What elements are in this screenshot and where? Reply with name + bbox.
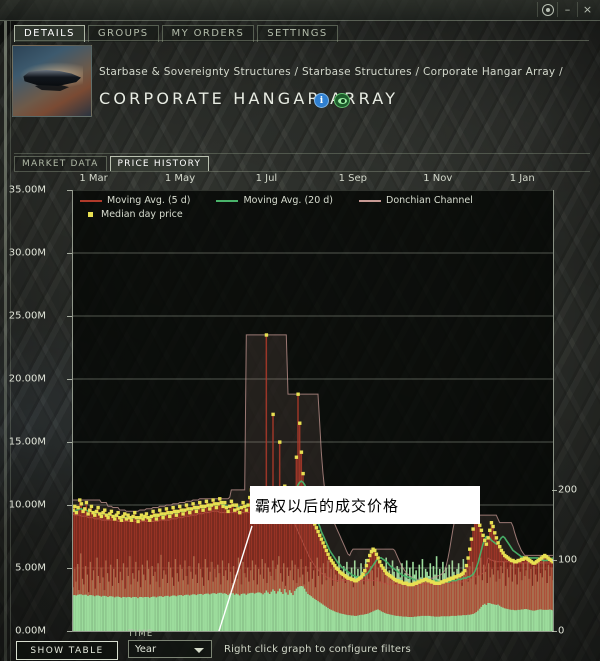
info-icon[interactable]: i [314,93,329,108]
y-tick-label: 5.00M [15,562,46,574]
chart-legend: Moving Avg. (5 d) Moving Avg. (20 d) Don… [80,195,540,223]
item-thumbnail [12,45,92,117]
legend-label-ma5: Moving Avg. (5 d) [107,195,191,206]
y-tick-mark [67,316,72,317]
y-tick-mark [67,379,72,380]
y-tick-label: 10.00M [8,499,46,511]
close-button[interactable]: × [577,2,597,17]
y-tick-mark [67,253,72,254]
left-rail [4,21,7,661]
show-table-button[interactable]: SHOW TABLE [16,641,118,660]
market-window-panel: DETAILS GROUPS MY ORDERS SETTINGS Starba… [4,21,596,661]
legend-swatch-ma5 [80,199,102,202]
x-tick-label: 1 May [164,173,196,184]
breadcrumb[interactable]: Starbase & Sovereignty Structures / Star… [99,66,563,78]
chart-hint-text: Right click graph to configure filters [224,644,411,655]
legend-label-median: Median day price [101,209,183,220]
plot-svg [73,190,553,631]
y-tick-label: 30.00M [8,247,46,259]
legend-swatch-ma20 [216,199,239,202]
chart-annotation-box: 霸权以后的成交价格 [250,486,480,524]
legend-item-ma20: Moving Avg. (20 d) [216,195,333,206]
tab-divider [14,40,589,41]
x-tick-label: 1 Mar [79,173,108,184]
legend-row-2: Median day price [80,209,540,220]
y2-tick-mark [552,560,557,562]
title-icon-group: i [314,93,350,108]
y2-tick-mark [552,631,557,632]
x-tick-label: 1 Nov [423,173,453,184]
x-tick-label: 1 Jan [509,173,535,184]
minimize-button[interactable]: – [557,2,577,17]
window-controls: – × [537,2,597,17]
chevron-down-icon [194,648,204,653]
y-tick-mark [67,190,72,191]
tab-price-history[interactable]: PRICE HISTORY [109,156,210,171]
y-tick-mark [67,442,72,443]
y2-tick-label: 200 [558,484,578,496]
time-label: TIME [128,629,154,639]
x-tick-label: 1 Sep [338,173,367,184]
x-tick-label: 1 Jul [255,173,278,184]
legend-swatch-donchian [359,199,382,202]
chart-footer: SHOW TABLE TIME Year Right click graph t… [4,629,596,661]
window-titlebar: – × [0,0,600,20]
legend-label-donchian: Donchian Channel [386,195,473,206]
y-tick-mark [67,505,72,506]
tab-market-data[interactable]: MARKET DATA [14,156,107,171]
y2-tick-label: 0 [558,625,565,637]
legend-item-median: Median day price [80,209,183,220]
y-tick-label: 15.00M [8,436,46,448]
y2-tick-label: 100 [558,554,578,566]
x-axis-labels: 1 Mar 1 May 1 Jul 1 Sep 1 Nov 1 Jan [14,173,590,189]
time-range-value: Year [135,643,157,655]
y-tick-mark [67,568,72,569]
y-tick-mark [67,631,72,632]
y-tick-label: 25.00M [8,310,46,322]
sub-tab-divider [14,171,590,172]
y-tick-label: 35.00M [8,184,46,196]
plot-area[interactable] [72,190,554,632]
left-rail-line [10,21,11,661]
legend-swatch-median [88,212,93,217]
legend-item-ma5: Moving Avg. (5 d) [80,195,190,206]
header-divider [14,153,590,154]
legend-label-ma20: Moving Avg. (20 d) [243,195,334,206]
y-tick-label: 0.00M [15,625,46,637]
legend-row-1: Moving Avg. (5 d) Moving Avg. (20 d) Don… [80,195,540,206]
sub-tab-bar: MARKET DATA PRICE HISTORY [14,155,212,171]
y-tick-label: 20.00M [8,373,46,385]
eye-icon[interactable] [334,93,350,108]
legend-item-donchian: Donchian Channel [359,195,473,206]
target-icon[interactable] [537,2,557,17]
price-history-chart[interactable]: 1 Mar 1 May 1 Jul 1 Sep 1 Nov 1 Jan Moving Av… [9,173,590,637]
page-title: CORPORATE HANGAR ARRAY [99,89,399,108]
time-range-select[interactable]: Year [128,640,212,658]
chart-annotation-text: 霸权以后的成交价格 [255,496,400,515]
y2-tick-mark [552,489,557,491]
